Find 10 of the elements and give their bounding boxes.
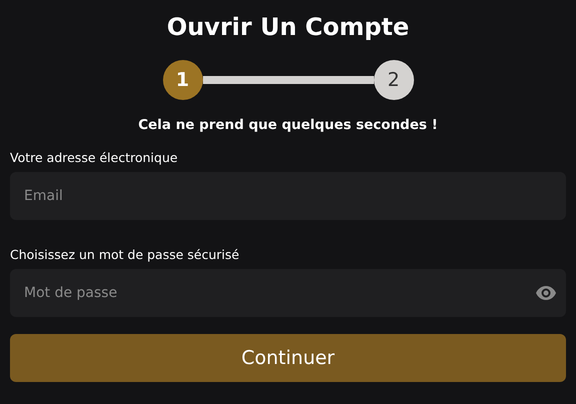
field-label: Choisissez un mot de passe sécurisé bbox=[10, 247, 240, 263]
password-field[interactable]: Mot de passe bbox=[10, 269, 566, 317]
step-indicator[interactable]: 1 bbox=[162, 60, 202, 100]
subtitle: Cela ne prend que quelques secondes ! bbox=[138, 117, 438, 133]
field-label: Votre adresse électronique bbox=[10, 150, 179, 166]
step-indicator[interactable]: 2 bbox=[374, 60, 414, 100]
continue-button[interactable]: Continuer bbox=[10, 334, 566, 382]
eye-icon[interactable] bbox=[536, 286, 556, 300]
email-field[interactable]: Email bbox=[10, 172, 566, 220]
page-title: Ouvrir Un Compte bbox=[166, 12, 410, 43]
